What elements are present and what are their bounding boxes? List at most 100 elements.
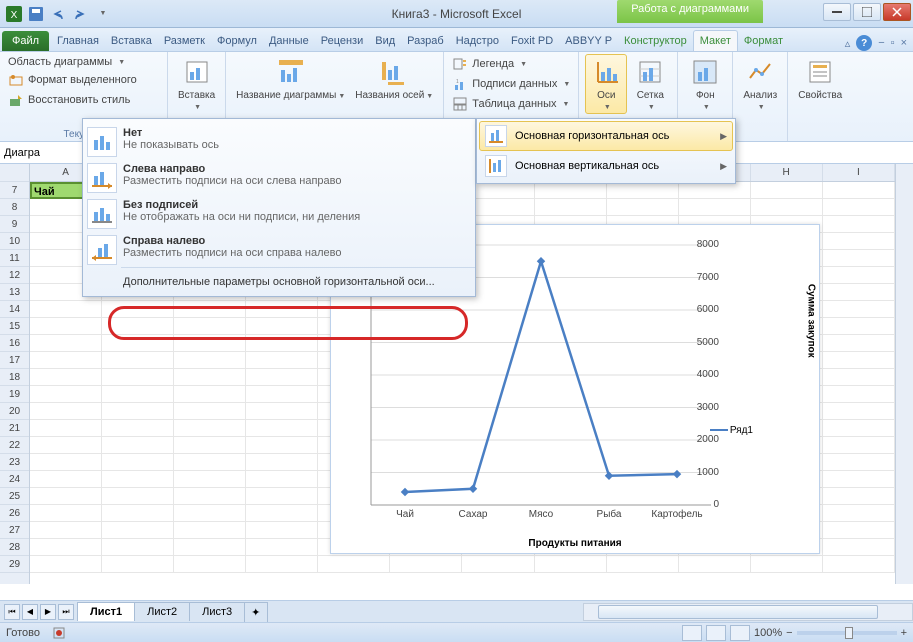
tab-layout[interactable]: Разметк <box>158 31 211 51</box>
cell[interactable] <box>174 556 246 573</box>
doc-minimize-icon[interactable]: − <box>878 37 884 49</box>
sheet-nav-first[interactable]: ⏮ <box>4 604 20 620</box>
cell[interactable] <box>246 301 318 318</box>
view-normal-button[interactable] <box>682 625 702 641</box>
cell[interactable] <box>823 199 895 216</box>
cell[interactable] <box>30 352 102 369</box>
data-labels-button[interactable]: 1Подписи данных▼ <box>450 74 572 94</box>
row-header[interactable]: 7 <box>0 182 29 199</box>
cell[interactable] <box>823 369 895 386</box>
redo-icon[interactable] <box>70 4 90 24</box>
cell[interactable] <box>174 454 246 471</box>
cell[interactable] <box>30 471 102 488</box>
row-header[interactable]: 19 <box>0 386 29 403</box>
cell[interactable] <box>102 335 174 352</box>
tab-data[interactable]: Данные <box>263 31 315 51</box>
cell[interactable] <box>102 420 174 437</box>
row-header[interactable]: 17 <box>0 352 29 369</box>
cell[interactable] <box>246 488 318 505</box>
cell[interactable] <box>607 182 679 199</box>
cell[interactable] <box>823 352 895 369</box>
cell[interactable] <box>462 556 534 573</box>
cell[interactable] <box>535 182 607 199</box>
new-sheet-button[interactable]: ✦ <box>244 602 268 622</box>
cell[interactable] <box>174 437 246 454</box>
cell[interactable] <box>751 199 823 216</box>
axis-option-rtl[interactable]: Справа налево Разместить подписи на оси … <box>123 229 473 265</box>
row-header[interactable]: 22 <box>0 437 29 454</box>
row-header[interactable]: 11 <box>0 250 29 267</box>
cell[interactable] <box>246 318 318 335</box>
cell[interactable] <box>751 182 823 199</box>
tab-formulas[interactable]: Формул <box>211 31 263 51</box>
macro-record-icon[interactable] <box>52 626 66 640</box>
cell[interactable] <box>751 556 823 573</box>
row-header[interactable]: 8 <box>0 199 29 216</box>
reset-style-button[interactable]: Восстановить стиль <box>6 90 161 110</box>
cell[interactable] <box>535 556 607 573</box>
axis-option-nolabels[interactable]: Без подписей Не отображать на оси ни под… <box>123 193 473 229</box>
cell[interactable] <box>823 267 895 284</box>
tab-addins[interactable]: Надстро <box>450 31 505 51</box>
cell[interactable] <box>246 437 318 454</box>
cell[interactable] <box>30 403 102 420</box>
sheet-tab[interactable]: Лист1 <box>77 602 135 621</box>
cell[interactable] <box>246 522 318 539</box>
cell[interactable] <box>246 335 318 352</box>
cell[interactable] <box>30 488 102 505</box>
cell[interactable] <box>607 199 679 216</box>
qat-more-icon[interactable]: ▼ <box>92 4 112 24</box>
maximize-button[interactable] <box>853 3 881 21</box>
cell[interactable] <box>102 505 174 522</box>
cell[interactable] <box>30 522 102 539</box>
cell[interactable] <box>174 369 246 386</box>
cell[interactable] <box>30 454 102 471</box>
cell[interactable] <box>823 420 895 437</box>
cell[interactable] <box>823 437 895 454</box>
axis-titles-button[interactable]: Названия осей▼ <box>351 54 437 103</box>
analysis-button[interactable]: Анализ▼ <box>739 54 781 114</box>
tab-developer[interactable]: Разраб <box>401 31 450 51</box>
cell[interactable] <box>823 471 895 488</box>
close-button[interactable] <box>883 3 911 21</box>
cell[interactable] <box>102 386 174 403</box>
cell[interactable] <box>823 454 895 471</box>
sheet-tab[interactable]: Лист2 <box>134 602 190 621</box>
cell[interactable] <box>174 505 246 522</box>
row-header[interactable]: 28 <box>0 539 29 556</box>
cell[interactable] <box>823 403 895 420</box>
cell[interactable] <box>30 505 102 522</box>
zoom-in-button[interactable]: + <box>901 627 907 639</box>
cell[interactable] <box>102 437 174 454</box>
cell[interactable] <box>823 216 895 233</box>
column-header[interactable]: H <box>751 164 823 181</box>
row-header[interactable]: 9 <box>0 216 29 233</box>
row-header[interactable]: 25 <box>0 488 29 505</box>
cell[interactable] <box>174 403 246 420</box>
cell[interactable] <box>823 233 895 250</box>
cell[interactable] <box>174 352 246 369</box>
axes-menu-vertical[interactable]: Основная вертикальная ось ▶ <box>479 151 733 181</box>
row-header[interactable]: 20 <box>0 403 29 420</box>
cell[interactable] <box>102 318 174 335</box>
cell[interactable] <box>102 471 174 488</box>
cell[interactable] <box>30 335 102 352</box>
cell[interactable] <box>823 318 895 335</box>
cell[interactable] <box>823 386 895 403</box>
sheet-nav-last[interactable]: ⏭ <box>58 604 74 620</box>
cell[interactable] <box>174 386 246 403</box>
cell[interactable] <box>102 522 174 539</box>
zoom-out-button[interactable]: − <box>786 627 792 639</box>
cell[interactable] <box>246 471 318 488</box>
cell[interactable] <box>246 454 318 471</box>
sheet-nav-prev[interactable]: ◀ <box>22 604 38 620</box>
tab-review[interactable]: Рецензи <box>315 31 370 51</box>
cell[interactable] <box>102 301 174 318</box>
cell[interactable] <box>679 199 751 216</box>
axis-more-options[interactable]: Дополнительные параметры основной горизо… <box>123 270 473 294</box>
row-header[interactable]: 26 <box>0 505 29 522</box>
cell[interactable] <box>390 556 462 573</box>
cell[interactable] <box>246 369 318 386</box>
row-header[interactable]: 23 <box>0 454 29 471</box>
tab-chart-layout[interactable]: Макет <box>693 30 738 51</box>
